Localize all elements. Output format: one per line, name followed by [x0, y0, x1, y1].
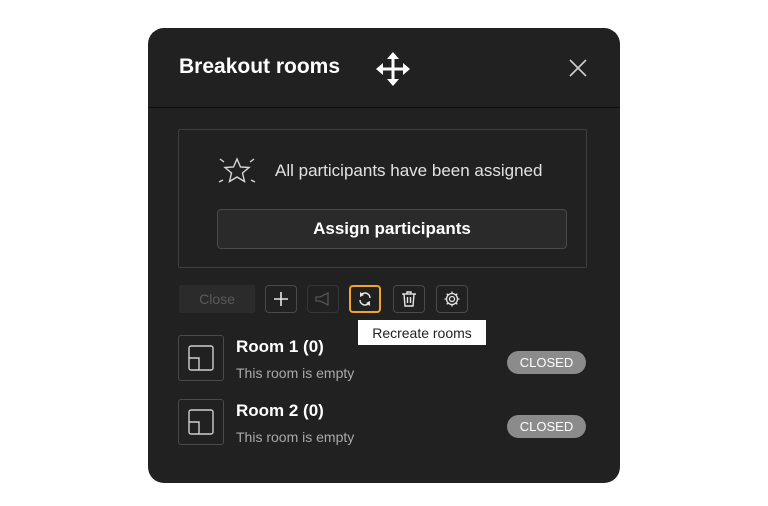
move-icon[interactable] [376, 52, 410, 86]
panel-header: Breakout rooms [148, 28, 620, 108]
panel-title: Breakout rooms [179, 55, 341, 78]
room-name: Room 1 (0) [236, 337, 324, 356]
room-status-badge: CLOSED [507, 415, 586, 438]
room-status: This room is empty [236, 429, 355, 445]
add-room-button[interactable] [265, 285, 297, 313]
room-name: Room 2 (0) [236, 401, 324, 420]
room-status: This room is empty [236, 365, 355, 381]
breakout-rooms-panel: Breakout rooms All participants have bee… [148, 28, 620, 483]
room-icon [178, 335, 224, 381]
recreate-rooms-button[interactable] [349, 285, 381, 313]
room-icon [178, 399, 224, 445]
gear-icon [444, 291, 460, 307]
room-status-badge: CLOSED [507, 351, 586, 374]
trash-icon [402, 291, 416, 307]
close-rooms-button[interactable]: Close [179, 285, 255, 313]
room-settings-button[interactable] [436, 285, 468, 313]
close-icon[interactable] [569, 59, 587, 77]
assigned-message: All participants have been assigned [275, 161, 543, 180]
assignment-status-box: All participants have been assigned Assi… [178, 129, 587, 268]
megaphone-icon [315, 291, 329, 307]
assign-participants-button[interactable]: Assign participants [217, 209, 567, 249]
recreate-icon [359, 292, 371, 306]
delete-rooms-button[interactable] [393, 285, 425, 313]
room-item[interactable]: Room 1 (0) This room is empty CLOSED [178, 335, 598, 385]
broadcast-button[interactable] [307, 285, 339, 313]
star-icon [218, 157, 256, 183]
plus-icon [274, 292, 288, 306]
room-item[interactable]: Room 2 (0) This room is empty CLOSED [178, 399, 598, 449]
